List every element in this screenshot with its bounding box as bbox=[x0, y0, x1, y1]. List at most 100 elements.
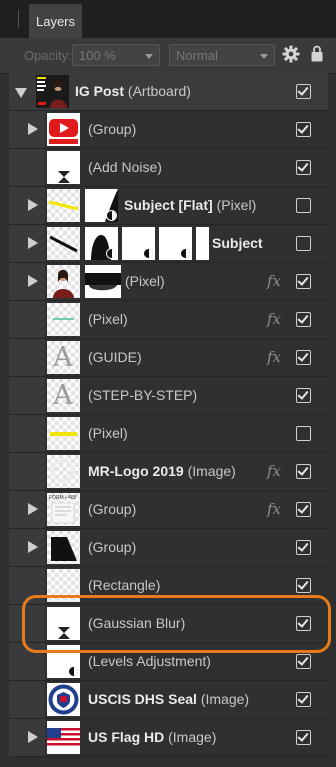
layer-type: (Group) bbox=[88, 539, 137, 555]
visibility-checkbox[interactable] bbox=[296, 502, 311, 517]
layer-row-group[interactable]: (Group) bbox=[9, 529, 328, 567]
layer-label: (Gaussian Blur) bbox=[88, 605, 185, 642]
layer-row-pixel[interactable]: (Pixel) bbox=[9, 415, 328, 453]
layer-expander bbox=[9, 567, 45, 604]
adjustment-badge-icon bbox=[106, 210, 117, 221]
layer-thumbnail bbox=[47, 113, 80, 146]
visibility-checkbox[interactable] bbox=[296, 160, 311, 175]
visibility-checkbox[interactable] bbox=[296, 198, 311, 213]
layer-expander[interactable] bbox=[9, 225, 45, 262]
layer-name: MR-Logo 2019 bbox=[88, 463, 184, 479]
panel-tab-bar: Layers bbox=[0, 0, 336, 38]
layer-label: Subject bbox=[212, 225, 263, 262]
visibility-checkbox[interactable] bbox=[296, 540, 311, 555]
visibility-checkbox[interactable] bbox=[296, 388, 311, 403]
layer-type: (Pixel) bbox=[88, 425, 128, 441]
visibility-checkbox[interactable] bbox=[296, 312, 311, 327]
layer-row-levels-adjustment[interactable]: (Levels Adjustment) bbox=[9, 643, 328, 681]
mask-thumbnail bbox=[196, 227, 209, 260]
visibility-checkbox[interactable] bbox=[296, 274, 311, 289]
layer-label: (Levels Adjustment) bbox=[88, 643, 211, 680]
fx-icon[interactable]: fx bbox=[267, 310, 281, 328]
layer-row-pixel[interactable]: (Pixel) fx bbox=[9, 263, 328, 301]
lock-icon[interactable] bbox=[311, 45, 323, 62]
visibility-checkbox[interactable] bbox=[296, 616, 311, 631]
opacity-dropdown[interactable]: 100 % bbox=[72, 44, 160, 66]
layer-label: (Pixel) bbox=[125, 263, 165, 300]
blend-mode-dropdown[interactable]: Normal bbox=[169, 44, 275, 66]
layer-row-mr-logo[interactable]: MR-Logo 2019 (Image) fx bbox=[9, 453, 328, 491]
adjustment-badge-icon bbox=[143, 248, 154, 259]
layer-label: US Flag HD (Image) bbox=[88, 719, 216, 756]
layer-thumbnail: A bbox=[47, 379, 80, 412]
layer-thumbnail bbox=[47, 455, 80, 488]
layer-row-rectangle[interactable]: (Rectangle) bbox=[9, 567, 328, 605]
visibility-checkbox[interactable] bbox=[296, 654, 311, 669]
visibility-checkbox[interactable] bbox=[296, 84, 311, 99]
panel-grip[interactable] bbox=[18, 10, 19, 28]
mask-thumbnail bbox=[85, 227, 118, 260]
layer-type: (GUIDE) bbox=[88, 349, 142, 365]
layer-type: (Image) bbox=[168, 729, 217, 745]
visibility-checkbox[interactable] bbox=[296, 730, 311, 745]
layer-label: (GUIDE) bbox=[88, 339, 142, 376]
layer-row-step-by-step[interactable]: A (STEP-BY-STEP) bbox=[9, 377, 328, 415]
visibility-checkbox[interactable] bbox=[296, 578, 311, 593]
layer-thumbnail bbox=[47, 227, 80, 260]
visibility-checkbox[interactable] bbox=[296, 426, 311, 441]
layer-row-guide[interactable]: A (GUIDE) fx bbox=[9, 339, 328, 377]
adjustment-badge-icon bbox=[180, 248, 191, 259]
layer-type: (Levels Adjustment) bbox=[88, 653, 211, 669]
layer-row-pixel[interactable]: (Pixel) fx bbox=[9, 301, 328, 339]
layer-expander[interactable] bbox=[9, 719, 45, 756]
triangle-right-icon bbox=[28, 275, 38, 287]
layer-expander[interactable] bbox=[9, 491, 45, 528]
visibility-checkbox[interactable] bbox=[296, 464, 311, 479]
layer-thumbnail bbox=[47, 265, 80, 298]
layer-name: IG Post bbox=[75, 83, 125, 99]
layer-expander bbox=[9, 415, 45, 452]
layer-thumbnail bbox=[36, 75, 69, 108]
layer-thumbnail bbox=[47, 569, 80, 602]
visibility-checkbox[interactable] bbox=[296, 236, 311, 251]
layer-expander bbox=[9, 681, 45, 718]
fx-icon[interactable]: fx bbox=[267, 348, 281, 366]
mask-thumbnail bbox=[85, 265, 121, 298]
layer-row-ig-post[interactable]: IG Post (Artboard) bbox=[9, 73, 328, 111]
layer-type: (Pixel) bbox=[125, 273, 165, 289]
layer-row-gaussian-blur[interactable]: (Gaussian Blur) bbox=[9, 605, 328, 643]
layer-thumbnail bbox=[47, 189, 80, 222]
layer-thumbnail bbox=[47, 151, 80, 184]
visibility-checkbox[interactable] bbox=[296, 350, 311, 365]
adjustment-icon bbox=[58, 171, 70, 183]
layer-label: (Rectangle) bbox=[88, 567, 160, 604]
fx-icon[interactable]: fx bbox=[267, 272, 281, 290]
text-layer-glyph: A bbox=[53, 342, 73, 373]
layers-list: IG Post (Artboard) (Group) (Add Noise) S… bbox=[9, 73, 328, 757]
triangle-right-icon bbox=[28, 237, 38, 249]
layer-expander[interactable] bbox=[9, 529, 45, 566]
chevron-down-icon bbox=[145, 54, 153, 59]
layer-expander[interactable] bbox=[9, 187, 45, 224]
blend-mode-value: Normal bbox=[176, 48, 218, 63]
triangle-right-icon bbox=[28, 123, 38, 135]
visibility-checkbox[interactable] bbox=[296, 692, 311, 707]
layer-row-group[interactable]: FORM I-485 (Group) fx bbox=[9, 491, 328, 529]
adjustment-badge-icon bbox=[106, 248, 117, 259]
mask-thumbnail bbox=[122, 227, 155, 260]
layer-row-uscis-seal[interactable]: USCIS DHS Seal (Image) bbox=[9, 681, 328, 719]
layer-row-group[interactable]: (Group) bbox=[9, 111, 328, 149]
layer-thumbnail bbox=[47, 721, 80, 754]
layer-row-us-flag[interactable]: US Flag HD (Image) bbox=[9, 719, 328, 757]
tab-layers[interactable]: Layers bbox=[29, 4, 82, 38]
layer-label: (Group) bbox=[88, 529, 136, 566]
layer-expander[interactable] bbox=[9, 263, 45, 300]
fx-icon[interactable]: fx bbox=[267, 462, 281, 480]
layer-row-subject-flat[interactable]: Subject [Flat] (Pixel) bbox=[9, 187, 328, 225]
visibility-checkbox[interactable] bbox=[296, 122, 311, 137]
gear-icon[interactable] bbox=[282, 45, 300, 63]
layer-row-add-noise[interactable]: (Add Noise) bbox=[9, 149, 328, 187]
layer-expander[interactable] bbox=[9, 111, 45, 148]
layer-row-subject[interactable]: Subject bbox=[9, 225, 328, 263]
fx-icon[interactable]: fx bbox=[267, 500, 281, 518]
